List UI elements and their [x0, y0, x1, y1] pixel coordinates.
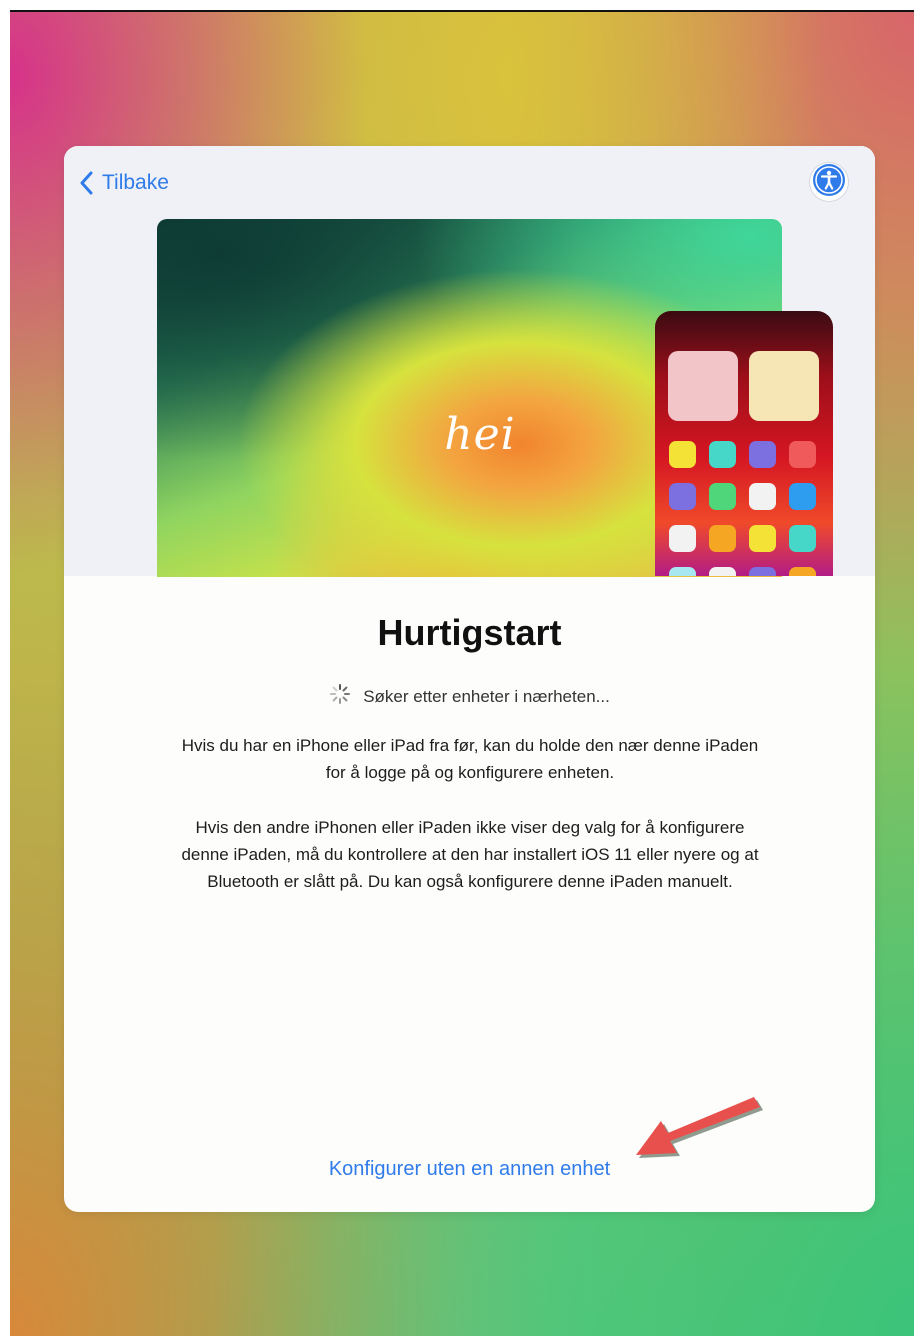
iphone-illustration: [655, 311, 833, 576]
phone-app-icon: [749, 441, 776, 468]
phone-app-icon: [789, 483, 816, 510]
chevron-left-icon: [80, 171, 94, 195]
instruction-paragraph: Hvis du har en iPhone eller iPad fra før…: [181, 736, 759, 782]
annotation-arrow-icon: [630, 1097, 770, 1172]
phone-app-icon: [669, 567, 696, 576]
phone-app-icon: [749, 567, 776, 576]
phone-app-icon: [789, 567, 816, 576]
accessibility-icon: [812, 163, 846, 202]
phone-app-icon: [669, 483, 696, 510]
back-label: Tilbake: [102, 171, 169, 194]
phone-app-icon: [709, 525, 736, 552]
phone-app-icon: [749, 483, 776, 510]
phone-app-icon: [669, 525, 696, 552]
phone-app-icon: [709, 441, 736, 468]
hero-greeting: hei: [444, 409, 516, 460]
phone-app-icon: [749, 525, 776, 552]
phone-app-icon: [709, 483, 736, 510]
phone-widget: [749, 351, 819, 421]
back-button[interactable]: Tilbake: [80, 168, 169, 198]
search-status: Søker etter enheter i nærheten...: [64, 683, 875, 710]
spinner-icon: [329, 683, 351, 710]
quickstart-sheet: Tilbake hei Hurtigstart Søker etter enhe…: [64, 146, 875, 1212]
accessibility-button[interactable]: [810, 163, 848, 201]
help-paragraph: Hvis den andre iPhonen eller iPaden ikke…: [181, 818, 759, 891]
phone-app-icon: [709, 567, 736, 576]
phone-app-icon: [789, 525, 816, 552]
top-border: [10, 10, 914, 12]
page-title: Hurtigstart: [377, 612, 562, 653]
phone-app-icon: [669, 441, 696, 468]
phone-app-icon: [789, 441, 816, 468]
phone-widget: [668, 351, 738, 421]
status-text: Søker etter enheter i nærheten...: [363, 686, 610, 706]
